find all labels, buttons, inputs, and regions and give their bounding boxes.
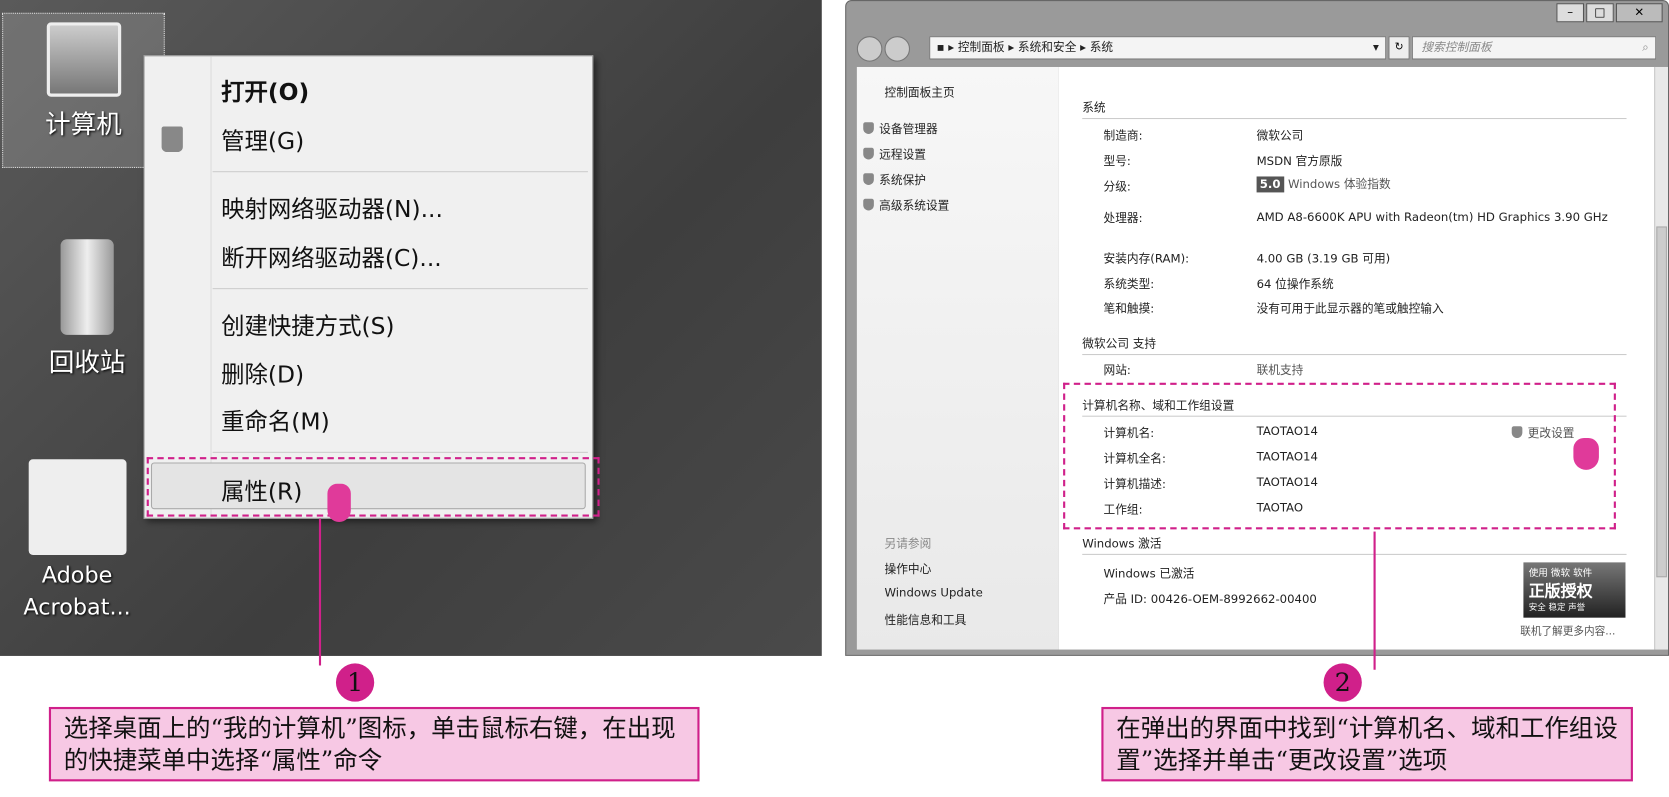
system-window: – □ ✕ ▪ ▸ 控制面板 ▸ 系统和安全 ▸ 系统 ▾ ↻ 搜索控制面板 ⌕ 控… [845,0,1669,656]
learn-more-link[interactable]: 联机了解更多内容... [1520,622,1615,638]
icon-label: 回收站 [48,347,126,378]
genuine-badge[interactable]: 使用 微软 软件 正版授权 安全 稳定 声誉 [1523,562,1626,618]
address-bar[interactable]: ▪ ▸ 控制面板 ▸ 系统和安全 ▸ 系统 ▾ [929,36,1387,60]
icon-label: Adobe Acrobat... [23,562,131,620]
content-pane: 系统 制造商: 微软公司 型号: MSDN 官方原版 分级: 5.0 Windows … [1058,66,1655,650]
annotation-2: 在弹出的界面中找到“计算机名、域和工作组设置”选择并单击“更改设置”选项 [1101,706,1633,782]
recycle-bin-icon [60,239,114,335]
breadcrumb-item[interactable]: 控制面板 [958,40,1005,54]
back-button[interactable] [856,36,883,62]
dropdown-icon[interactable]: ▾ [1373,37,1379,58]
search-icon: ⌕ [1642,40,1649,55]
section-heading: Windows 激活 [1082,535,1627,555]
pointer-hand-icon [327,483,351,522]
breadcrumb-item[interactable]: 系统和安全 [1018,40,1076,54]
experience-index-link[interactable]: 5.0 Windows 体验指数 [1256,175,1391,193]
forward-button[interactable] [884,36,911,62]
menu-item-disconnect-drive[interactable]: 断开网络驱动器(C)... [221,239,442,273]
menu-item-open[interactable]: 打开(O) [221,73,309,107]
refresh-button[interactable]: ↻ [1388,36,1410,60]
desktop-icon-computer[interactable]: 计算机 [2,12,165,168]
link-windows-update[interactable]: Windows Update [884,586,982,600]
link-performance[interactable]: 性能信息和工具 [884,611,966,628]
highlight-box-1 [146,457,600,517]
menu-item-manage[interactable]: 管理(G) [221,122,304,156]
link-advanced-settings[interactable]: 高级系统设置 [863,197,949,214]
pointer-hand-icon [1573,437,1599,470]
menu-item-delete[interactable]: 删除(D) [221,356,304,390]
rating-badge: 5.0 [1256,176,1284,193]
breadcrumb-item[interactable]: 系统 [1090,40,1113,54]
minimize-button[interactable]: – [1556,3,1585,23]
scrollbar[interactable] [1654,66,1669,650]
menu-item-create-shortcut[interactable]: 创建快捷方式(S) [221,307,394,341]
link-remote-settings[interactable]: 远程设置 [863,146,926,163]
see-also-label: 另请参阅 [884,536,932,551]
step-number-1: 1 [335,663,375,702]
icon-label: 计算机 [45,109,122,140]
desktop-icon-recycle-bin[interactable]: 回收站 [23,239,151,378]
link-system-protection[interactable]: 系统保护 [863,171,926,188]
menu-item-rename[interactable]: 重命名(M) [221,403,330,437]
computer-icon [46,22,121,97]
section-heading: 微软公司 支持 [1082,335,1627,356]
link-action-center[interactable]: 操作中心 [884,560,931,577]
step-number-2: 2 [1323,663,1362,702]
online-support-link[interactable]: 联机支持 [1257,361,1304,378]
close-button[interactable]: ✕ [1615,3,1663,23]
desktop-icon-acrobat[interactable]: Adobe Acrobat... [16,459,138,623]
link-device-manager[interactable]: 设备管理器 [863,120,938,137]
search-input[interactable]: 搜索控制面板 ⌕ [1411,36,1657,60]
annotation-1: 选择桌面上的“我的计算机”图标，单击鼠标右键，在出现的快捷菜单中选择“属性”命令 [48,706,700,782]
maximize-button[interactable]: □ [1586,3,1614,23]
context-menu: 打开(O) 管理(G) 映射网络驱动器(N)... 断开网络驱动器(C)... … [143,55,594,519]
left-panel: 控制面板主页 设备管理器 远程设置 系统保护 高级系统设置 另请参阅 操作中心 … [856,66,1059,650]
section-heading: 系统 [1082,99,1627,120]
acrobat-icon [28,459,126,555]
link-control-panel-home[interactable]: 控制面板主页 [884,84,954,101]
shield-icon [161,126,183,153]
highlight-box-2 [1063,382,1616,530]
menu-item-map-drive[interactable]: 映射网络驱动器(N)... [221,190,443,224]
